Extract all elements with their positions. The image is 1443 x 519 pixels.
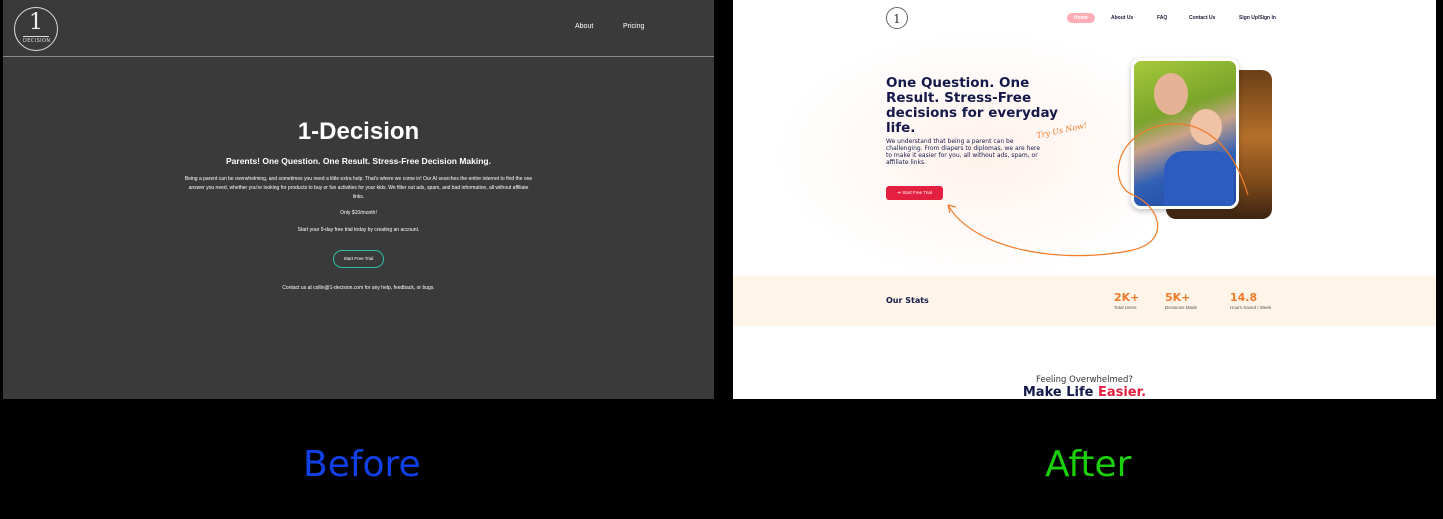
contact-text: Contact us at collin@1-decision.com for … — [282, 285, 435, 291]
page-title: 1-Decision — [297, 118, 420, 145]
before-caption: Before — [303, 444, 421, 485]
make-life-text: Make Life — [1022, 385, 1098, 399]
after-caption: After — [1045, 444, 1132, 485]
after-panel: 1 Home About Us FAQ Contact Us Sign Up/S… — [733, 0, 1436, 399]
stat-caption: Decisions Made — [1165, 305, 1198, 310]
start-free-trial-button[interactable]: Start Free Trial — [333, 250, 384, 268]
stat-total-users: 2K+ Total Users — [1114, 291, 1139, 310]
feeling-overwhelmed-text: Feeling Overwhelmed? — [1036, 375, 1133, 385]
logo-word: DECISION — [23, 36, 51, 44]
stat-value: 2K+ — [1114, 291, 1140, 304]
logo-number: 1 — [29, 10, 43, 35]
stats-label: Our Stats — [886, 296, 929, 305]
stats-section: Our Stats 2K+ Total Users 5K+ Decisions … — [733, 276, 1436, 326]
nav-pricing[interactable]: Pricing — [623, 23, 644, 30]
page-subtitle: Parents! One Question. One Result. Stres… — [226, 156, 491, 166]
before-logo[interactable]: 1 DECISION — [14, 7, 58, 51]
trial-text: Start your 9-day free trial today by cre… — [297, 227, 420, 233]
stat-caption: Hours Saved / Week — [1230, 305, 1272, 310]
decorative-arrow-curve — [947, 123, 1249, 257]
stat-value: 5K+ — [1165, 291, 1191, 304]
stat-value: 14.8 — [1230, 291, 1258, 304]
make-life-easier-heading: Make Life Easier. — [733, 385, 1436, 399]
stat-caption: Total Users — [1114, 305, 1137, 310]
stat-decisions-made: 5K+ Decisions Made — [1165, 291, 1197, 310]
page-description: Being a parent can be overwhelming, and … — [184, 176, 533, 200]
header-divider — [3, 56, 714, 57]
stat-hours-saved: 14.8 Hours Saved / Week — [1230, 291, 1271, 310]
price-text: Only $10/month! — [340, 210, 377, 216]
nav-about[interactable]: About — [575, 23, 593, 30]
before-panel: 1 DECISION About Pricing 1-Decision Pare… — [3, 0, 714, 399]
easier-text: Easier. — [1097, 385, 1147, 399]
